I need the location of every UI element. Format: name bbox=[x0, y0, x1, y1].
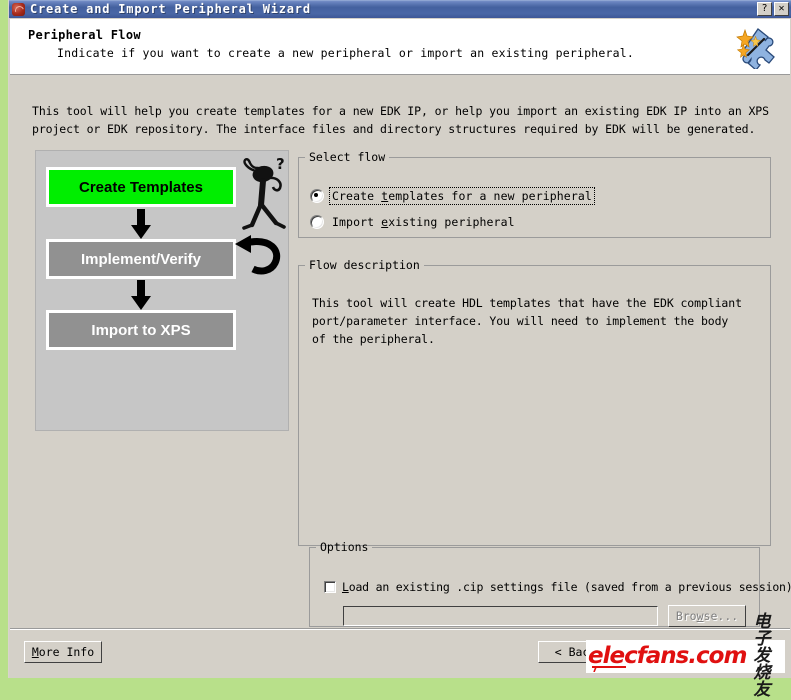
window-title: Create and Import Peripheral Wizard bbox=[30, 2, 311, 16]
wizard-body: This tool will help you create templates… bbox=[10, 76, 791, 629]
thinking-stickman-icon: ? bbox=[242, 157, 286, 230]
desktop-background: Create and Import Peripheral Wizard ? ✕ … bbox=[0, 0, 791, 699]
page-subtitle: Indicate if you want to create a new per… bbox=[57, 46, 635, 60]
wizard-header: Peripheral Flow Indicate if you want to … bbox=[10, 19, 790, 75]
titlebar-buttons: ? ✕ bbox=[757, 2, 789, 16]
more-info-button[interactable]: More Info bbox=[24, 641, 102, 663]
flow-description-group: Flow description This tool will create H… bbox=[298, 258, 771, 546]
cip-settings-path-input[interactable] bbox=[343, 606, 658, 626]
flow-step-label: Create Templates bbox=[79, 178, 203, 196]
options-group: Options Load an existing .cip settings f… bbox=[309, 540, 791, 627]
select-flow-legend: Select flow bbox=[309, 150, 386, 164]
flow-diagram-panel: Create Templates Implement/Verify Import… bbox=[35, 150, 289, 431]
flow-step-label: Implement/Verify bbox=[80, 250, 202, 268]
wizard-footer: More Info < Back Next > Cancel bbox=[10, 628, 790, 677]
radio-import-existing-label: Import existing peripheral bbox=[332, 215, 515, 229]
puzzle-wizard-icon bbox=[736, 28, 775, 69]
wizard-app-icon bbox=[12, 2, 25, 16]
wizard-window: Create and Import Peripheral Wizard ? ✕ … bbox=[8, 0, 791, 678]
radio-import-existing[interactable]: Import existing peripheral bbox=[310, 214, 517, 230]
checkbox-mark-icon[interactable] bbox=[324, 581, 336, 593]
select-flow-group: Select flow Create templates for a new p… bbox=[298, 150, 771, 238]
flow-step-implement-verify: Implement/Verify bbox=[46, 239, 236, 279]
flow-description-text: This tool will create HDL templates that… bbox=[312, 296, 742, 346]
svg-text:?: ? bbox=[276, 157, 285, 173]
checkbox-load-cip-settings-label: Load an existing .cip settings file (sav… bbox=[342, 580, 791, 594]
close-icon[interactable]: ✕ bbox=[774, 2, 789, 16]
arrow-down-icon bbox=[131, 280, 151, 310]
back-button[interactable]: < Back bbox=[538, 641, 613, 663]
flow-step-import-to-xps: Import to XPS bbox=[46, 310, 236, 350]
loop-arrow-icon bbox=[235, 235, 280, 275]
radio-mark-icon[interactable] bbox=[310, 189, 324, 203]
arrow-down-icon bbox=[131, 209, 151, 239]
options-legend: Options bbox=[320, 540, 369, 554]
radio-create-templates[interactable]: Create templates for a new peripheral bbox=[310, 187, 595, 205]
help-icon[interactable]: ? bbox=[757, 2, 772, 16]
wizard-right-column: Select flow Create templates for a new p… bbox=[298, 150, 791, 637]
page-title: Peripheral Flow bbox=[28, 28, 141, 42]
browse-button[interactable]: Bro w se... bbox=[668, 605, 746, 627]
checkbox-load-cip-settings[interactable]: Load an existing .cip settings file (sav… bbox=[324, 580, 791, 594]
radio-mark-icon[interactable] bbox=[310, 215, 324, 229]
radio-create-templates-label: Create templates for a new peripheral bbox=[329, 187, 595, 205]
next-button[interactable]: Next > bbox=[618, 641, 693, 663]
flow-step-create-templates: Create Templates bbox=[46, 167, 236, 207]
flow-description-legend: Flow description bbox=[309, 258, 420, 272]
window-titlebar[interactable]: Create and Import Peripheral Wizard ? ✕ bbox=[9, 0, 791, 18]
flow-step-label: Import to XPS bbox=[91, 321, 191, 339]
intro-description: This tool will help you create templates… bbox=[32, 104, 769, 136]
cancel-button[interactable]: Cancel bbox=[704, 641, 779, 663]
